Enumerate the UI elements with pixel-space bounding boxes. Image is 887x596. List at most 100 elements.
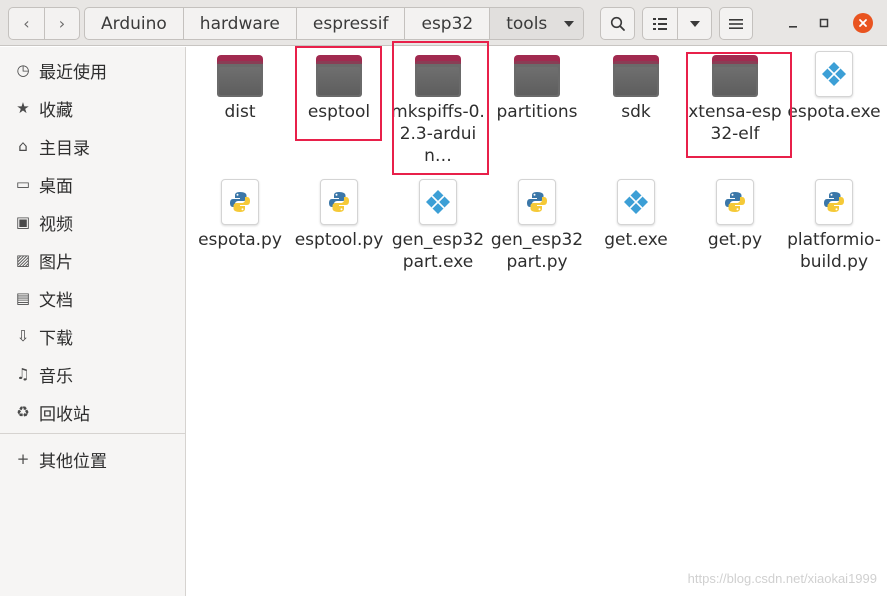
maximize-icon xyxy=(819,18,829,28)
file-item[interactable]: get.py xyxy=(687,175,783,251)
navigation-group: ‹ › xyxy=(8,7,80,40)
chevron-down-icon xyxy=(689,20,700,27)
star-icon: ★ xyxy=(16,99,30,117)
sidebar-item-label: 下载 xyxy=(39,328,73,349)
python-file-icon xyxy=(815,179,853,225)
breadcrumb-arduino[interactable]: Arduino xyxy=(85,8,183,39)
executable-file-icon xyxy=(815,51,853,97)
executable-file-icon xyxy=(419,179,457,225)
trash-icon: ♻ xyxy=(16,403,30,421)
watermark: https://blog.csdn.net/xiaokai1999 xyxy=(687,571,877,586)
back-button[interactable]: ‹ xyxy=(9,8,44,39)
sidebar-item-label: 文档 xyxy=(39,290,73,311)
file-item[interactable]: espota.py xyxy=(192,175,288,251)
sidebar-item-desktop[interactable]: ▭ 桌面 xyxy=(0,165,185,203)
sidebar-item-label: 收藏 xyxy=(39,100,73,121)
hamburger-icon xyxy=(729,18,743,29)
file-name: esptool.py xyxy=(294,230,384,250)
download-icon: ⇩ xyxy=(16,327,30,345)
sidebar-item-pictures[interactable]: ▨ 图片 xyxy=(0,241,185,279)
document-icon: ▤ xyxy=(15,289,31,307)
file-name: sdk xyxy=(621,102,651,122)
file-item[interactable]: espota.exe xyxy=(786,47,882,123)
executable-file-icon xyxy=(617,179,655,225)
breadcrumb: Arduino hardware espressif esp32 tools xyxy=(84,7,585,40)
music-icon: ♫ xyxy=(16,365,30,383)
sidebar-item-music[interactable]: ♫ 音乐 xyxy=(0,355,185,393)
list-view-icon xyxy=(653,17,667,30)
python-file-icon xyxy=(518,179,556,225)
desktop-icon: ▭ xyxy=(15,175,31,193)
python-file-icon xyxy=(716,179,754,225)
file-name: dist xyxy=(224,102,256,122)
chevron-right-icon: › xyxy=(58,14,66,33)
breadcrumb-esp32[interactable]: esp32 xyxy=(404,8,489,39)
plus-icon: + xyxy=(16,450,30,468)
file-name: gen_esp32part.exe xyxy=(391,230,485,272)
sidebar-item-other-locations[interactable]: + 其他位置 xyxy=(0,440,185,478)
header-bar: ‹ › Arduino hardware espressif esp32 too… xyxy=(0,0,887,46)
recent-icon: ◷ xyxy=(16,61,30,79)
sidebar-item-videos[interactable]: ▣ 视频 xyxy=(0,203,185,241)
file-item[interactable]: sdk xyxy=(588,47,684,123)
picture-icon: ▨ xyxy=(15,251,31,269)
search-icon xyxy=(610,16,625,31)
breadcrumb-tools[interactable]: tools xyxy=(489,8,556,39)
sidebar-item-label: 视频 xyxy=(39,214,73,235)
file-name: partitions xyxy=(496,102,578,122)
maximize-button[interactable] xyxy=(815,14,833,32)
forward-button[interactable]: › xyxy=(44,8,79,39)
breadcrumb-menu-button[interactable] xyxy=(555,8,584,39)
video-icon: ▣ xyxy=(15,213,31,231)
home-icon: ⌂ xyxy=(18,137,28,155)
sidebar-item-trash[interactable]: ♻ 回收站 xyxy=(0,393,185,431)
folder-icon xyxy=(514,55,560,97)
sidebar-item-label: 音乐 xyxy=(39,366,73,387)
breadcrumb-espressif[interactable]: espressif xyxy=(295,8,405,39)
highlight-box-mkspiffs xyxy=(392,41,489,175)
close-button[interactable] xyxy=(853,13,873,33)
view-options-group xyxy=(642,7,712,40)
file-name: platformio-build.py xyxy=(787,230,881,272)
file-item[interactable]: gen_esp32part.exe xyxy=(390,175,486,273)
chevron-left-icon: ‹ xyxy=(23,14,30,33)
breadcrumb-hardware[interactable]: hardware xyxy=(182,8,296,39)
sidebar-item-recent[interactable]: ◷ 最近使用 xyxy=(0,51,185,89)
sidebar-item-home[interactable]: ⌂ 主目录 xyxy=(0,127,185,165)
sidebar-item-downloads[interactable]: ⇩ 下载 xyxy=(0,317,185,355)
file-item[interactable]: esptool.py xyxy=(291,175,387,251)
minimize-button[interactable] xyxy=(784,14,802,32)
file-name: gen_esp32part.py xyxy=(490,230,584,272)
sidebar: ◷ 最近使用 ★ 收藏 ⌂ 主目录 ▭ 桌面 ▣ 视频 ▨ 图片 ▤ 文档 ⇩ 下载 ♫ 音乐 ♻… xyxy=(0,47,186,596)
file-name: get.exe xyxy=(604,230,668,250)
highlight-box-xtensa xyxy=(686,52,792,158)
python-file-icon xyxy=(221,179,259,225)
file-item[interactable]: partitions xyxy=(489,47,585,123)
sidebar-item-documents[interactable]: ▤ 文档 xyxy=(0,279,185,317)
file-item[interactable]: dist xyxy=(192,47,288,123)
file-name: espota.exe xyxy=(787,102,881,122)
sidebar-item-label: 其他位置 xyxy=(39,451,107,472)
list-view-button[interactable] xyxy=(643,8,677,39)
file-item[interactable]: get.exe xyxy=(588,175,684,251)
chevron-down-icon xyxy=(564,20,575,27)
file-item[interactable]: gen_esp32part.py xyxy=(489,175,585,273)
folder-icon xyxy=(217,55,263,97)
sidebar-item-label: 桌面 xyxy=(39,176,73,197)
file-item[interactable]: platformio-build.py xyxy=(786,175,882,273)
view-menu-button[interactable] xyxy=(677,8,711,39)
close-icon xyxy=(859,19,867,27)
file-name: espota.py xyxy=(198,230,282,250)
sidebar-item-label: 最近使用 xyxy=(39,62,107,83)
folder-icon xyxy=(613,55,659,97)
python-file-icon xyxy=(320,179,358,225)
sidebar-item-label: 回收站 xyxy=(39,404,90,425)
file-name: get.py xyxy=(707,230,763,250)
minimize-icon xyxy=(789,26,797,28)
search-button[interactable] xyxy=(600,7,635,40)
sidebar-item-label: 图片 xyxy=(39,252,73,273)
highlight-box-esptool xyxy=(295,46,382,141)
main-menu-button[interactable] xyxy=(719,7,753,40)
sidebar-item-starred[interactable]: ★ 收藏 xyxy=(0,89,185,127)
sidebar-item-label: 主目录 xyxy=(39,138,90,159)
